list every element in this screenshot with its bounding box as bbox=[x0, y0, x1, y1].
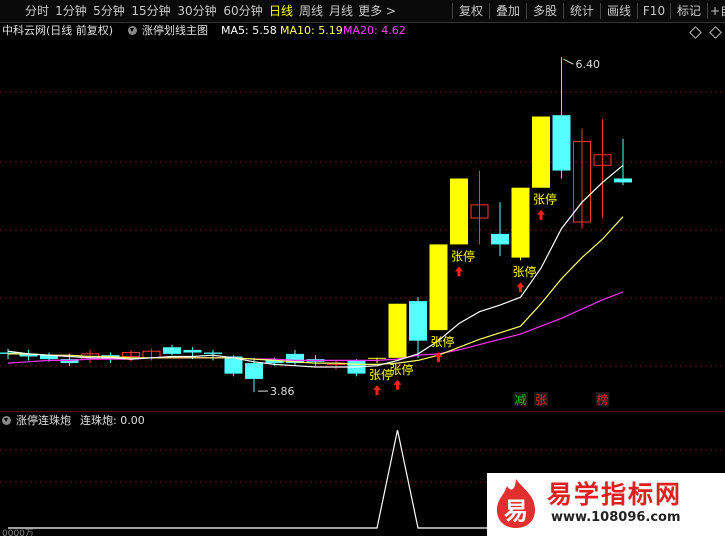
candle-body bbox=[450, 178, 468, 245]
candle-body bbox=[532, 116, 550, 188]
watermark-logo: 易 易学指标网 www.108096.com bbox=[487, 473, 725, 536]
tool-button[interactable]: 画线 bbox=[602, 0, 636, 22]
limit-up-label: 张停 bbox=[513, 264, 537, 279]
sub-menu-icon[interactable] bbox=[2, 412, 11, 430]
tool-button[interactable]: +自选 bbox=[709, 0, 725, 22]
candle-body bbox=[183, 349, 202, 353]
toolbar-divider bbox=[563, 3, 564, 19]
toolbar-divider bbox=[637, 3, 638, 19]
candle-body bbox=[163, 347, 181, 354]
tool-button[interactable]: 标记 bbox=[672, 0, 706, 22]
limit-up-arrow bbox=[537, 209, 545, 220]
period-tab[interactable]: 月线 bbox=[327, 0, 355, 22]
ma5-value: MA5: 5.58 bbox=[221, 24, 277, 37]
indicator-name[interactable]: 涨停划线主图 bbox=[142, 22, 208, 40]
tool-button[interactable]: 叠加 bbox=[491, 0, 525, 22]
tool-button[interactable]: 复权 bbox=[454, 0, 488, 22]
watermark-url: www.108096.com bbox=[551, 510, 681, 525]
svg-text:易: 易 bbox=[504, 497, 528, 525]
period-tab[interactable]: 1分钟 bbox=[53, 0, 89, 22]
candle-body bbox=[409, 301, 427, 341]
period-tab[interactable]: 60分钟 bbox=[221, 0, 265, 22]
candle-body bbox=[368, 357, 386, 359]
min-price-label: 3.86 bbox=[270, 385, 295, 398]
candle-body bbox=[552, 115, 571, 171]
limit-up-label: 张停 bbox=[390, 362, 414, 377]
toolbar: 分时 1分钟 5分钟 15分钟 30分钟 60分钟 日线 周线 月线 更多 > 复权 叠加 多股 统计画… bbox=[0, 0, 725, 23]
indicator-menu-icon[interactable] bbox=[128, 22, 137, 40]
limit-up-arrow bbox=[373, 385, 381, 396]
toolbar-divider bbox=[707, 3, 708, 19]
toolbar-divider bbox=[600, 3, 601, 19]
toolbar-divider bbox=[489, 3, 490, 19]
period-tab[interactable]: 15分钟 bbox=[129, 0, 173, 22]
max-pointer bbox=[563, 58, 574, 65]
ma20-value: MA20: 4.62 bbox=[343, 24, 406, 37]
period-tab[interactable]: 周线 bbox=[297, 0, 325, 22]
bottom-marker: 张 bbox=[535, 393, 547, 407]
candle-body bbox=[429, 244, 448, 331]
toolbar-divider bbox=[526, 3, 527, 19]
limit-up-arrow bbox=[516, 282, 525, 293]
candlestick-chart[interactable]: 张停张停张停张停张停张停6.403.86减张榜 bbox=[0, 40, 725, 410]
limit-up-arrow bbox=[455, 266, 463, 277]
toolbar-divider bbox=[452, 3, 453, 19]
candle-body bbox=[204, 352, 222, 354]
period-tab[interactable]: 日线 bbox=[267, 0, 295, 22]
sub-indicator-name[interactable]: 涨停连珠炮 bbox=[16, 412, 71, 430]
period-tab[interactable]: 更多 > bbox=[357, 0, 397, 22]
limit-up-label: 张停 bbox=[451, 248, 475, 263]
flame-logo-icon: 易 bbox=[497, 479, 535, 528]
candle-body bbox=[511, 187, 530, 258]
bottom-marker: 榜 bbox=[597, 392, 609, 407]
candle-body bbox=[614, 178, 632, 183]
tool-button[interactable]: 统计 bbox=[565, 0, 599, 22]
stock-title[interactable]: 中科云网(日线 前复权) bbox=[2, 22, 113, 40]
main-info-bar: 中科云网(日线 前复权) 涨停划线主图 MA5: 5.58 MA10: 5.19… bbox=[0, 22, 725, 40]
sub-info-bar: 涨停连珠炮 连珠炮: 0.00 bbox=[0, 411, 725, 430]
bottom-marker: 减 bbox=[515, 393, 527, 407]
limit-up-arrow bbox=[393, 379, 402, 390]
period-tab[interactable]: 30分钟 bbox=[175, 0, 219, 22]
ma20-line bbox=[7, 291, 624, 364]
ma10-value: MA10: 5.19 bbox=[280, 24, 343, 37]
tool-button[interactable]: 多股 bbox=[528, 0, 562, 22]
sub-indicator-value: 连珠炮: 0.00 bbox=[80, 414, 145, 427]
tool-button[interactable]: F10 bbox=[639, 0, 669, 22]
period-tab[interactable]: 5分钟 bbox=[91, 0, 127, 22]
candle-body bbox=[245, 363, 263, 379]
max-price-label: 6.40 bbox=[576, 58, 601, 71]
period-tab[interactable]: 分时 bbox=[23, 0, 51, 22]
candle-body bbox=[491, 233, 509, 245]
candle-body bbox=[388, 303, 407, 358]
watermark-title: 易学指标网 bbox=[547, 480, 683, 509]
limit-up-label: 张停 bbox=[533, 192, 557, 207]
sub-axis-label: 0000万 bbox=[2, 529, 34, 536]
toolbar-divider bbox=[670, 3, 671, 19]
ma10-line bbox=[8, 216, 624, 365]
limit-up-label: 张停 bbox=[431, 334, 455, 349]
